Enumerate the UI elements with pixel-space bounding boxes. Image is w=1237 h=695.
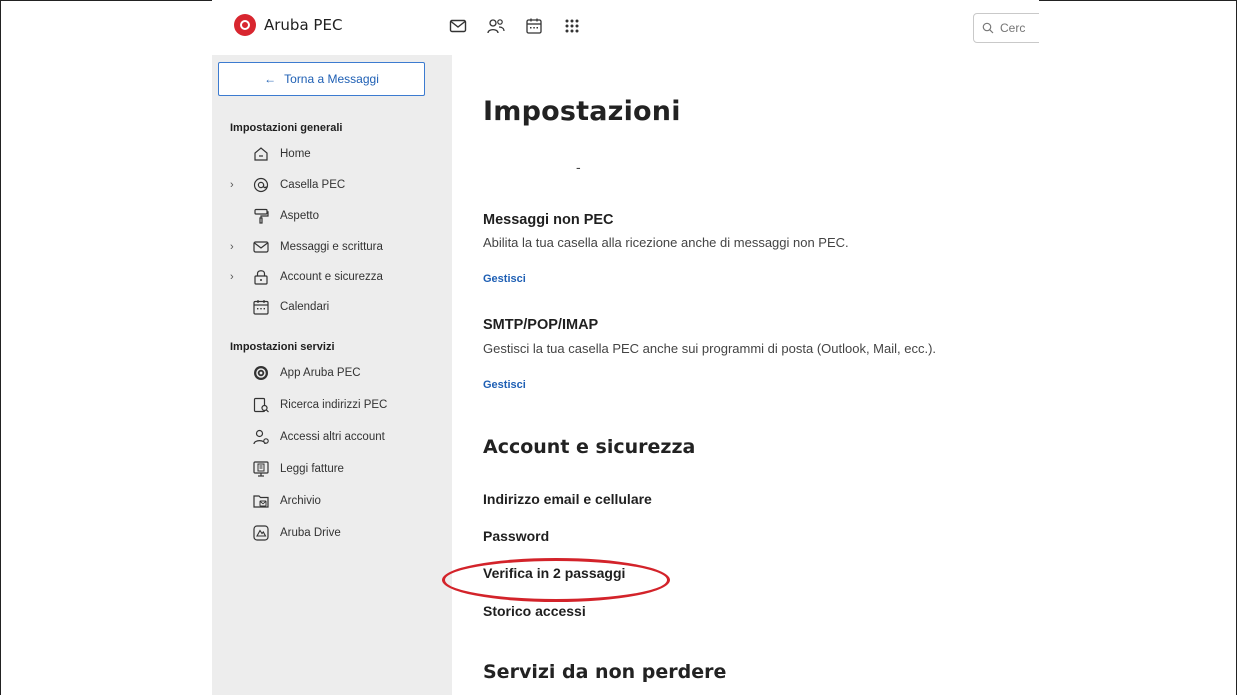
- sidebar-item-accessi-altri-account[interactable]: Accessi altri account: [230, 425, 385, 449]
- arrow-left-icon: ←: [264, 72, 277, 86]
- sidebar-item-messaggi-scrittura[interactable]: › Messaggi e scrittura: [230, 235, 383, 259]
- smtp-manage-link[interactable]: Gestisci: [483, 379, 526, 391]
- sidebar-item-leggi-fatture[interactable]: Leggi fatture: [230, 457, 344, 481]
- sidebar-item-home[interactable]: Home: [230, 142, 311, 166]
- sidebar-item-account-sicurezza[interactable]: › Account e sicurezza: [230, 265, 383, 289]
- sidebar-item-calendari[interactable]: Calendari: [230, 295, 329, 319]
- archive-icon: [252, 492, 270, 510]
- chevron-right-icon[interactable]: ›: [230, 241, 244, 253]
- sidebar-item-label: Home: [280, 148, 311, 160]
- sidebar-item-label: Ricerca indirizzi PEC: [280, 399, 388, 411]
- apps-grid-icon[interactable]: [562, 16, 582, 36]
- top-nav-icons: [448, 16, 582, 36]
- non-pec-manage-link[interactable]: Gestisci: [483, 273, 526, 285]
- lock-icon: [252, 268, 270, 286]
- at-icon: [252, 176, 270, 194]
- smtp-description: Gestisci la tua casella PEC anche sui pr…: [483, 341, 937, 356]
- back-button-label: Torna a Messaggi: [284, 72, 379, 86]
- services-not-to-miss-heading: Servizi da non perdere: [483, 661, 727, 683]
- chevron-right-icon[interactable]: ›: [230, 179, 244, 191]
- aruba-app-icon: [252, 364, 270, 382]
- sidebar-item-casella-pec[interactable]: › Casella PEC: [230, 173, 345, 197]
- app-name: Aruba PEC: [264, 16, 343, 34]
- drive-icon: [252, 524, 270, 542]
- page-title: Impostazioni: [483, 96, 681, 127]
- sidebar-item-label: Account e sicurezza: [280, 271, 383, 283]
- mail-icon: [252, 238, 270, 256]
- sidebar-item-label: Aruba Drive: [280, 527, 341, 539]
- mail-icon[interactable]: [448, 16, 468, 36]
- sidebar-item-archivio[interactable]: Archivio: [230, 489, 321, 513]
- paint-roller-icon: [252, 207, 270, 225]
- home-icon: [252, 145, 270, 163]
- sidebar-item-app-aruba-pec[interactable]: App Aruba PEC: [230, 361, 361, 385]
- chevron-right-icon[interactable]: ›: [230, 271, 244, 283]
- calendar-icon: [252, 298, 270, 316]
- access-history-link[interactable]: Storico accessi: [483, 603, 586, 619]
- highlight-ellipse: [442, 558, 670, 602]
- sidebar-item-aspetto[interactable]: Aspetto: [230, 204, 319, 228]
- sidebar-item-label: Archivio: [280, 495, 321, 507]
- settings-sidebar: ← Torna a Messaggi Impostazioni generali…: [212, 55, 452, 695]
- top-bar: Aruba PEC: [212, 0, 1039, 55]
- general-settings-heading: Impostazioni generali: [230, 122, 343, 134]
- sidebar-item-label: Aspetto: [280, 210, 319, 222]
- sidebar-item-label: Accessi altri account: [280, 431, 385, 443]
- contacts-icon[interactable]: [486, 16, 506, 36]
- placeholder-dash: -: [576, 159, 581, 175]
- account-security-heading: Account e sicurezza: [483, 436, 696, 458]
- aruba-logo-icon: [234, 14, 256, 36]
- search-input[interactable]: [1000, 21, 1039, 35]
- sidebar-item-label: Leggi fatture: [280, 463, 344, 475]
- email-phone-link[interactable]: Indirizzo email e cellulare: [483, 491, 652, 507]
- services-settings-heading: Impostazioni servizi: [230, 341, 335, 353]
- non-pec-description: Abilita la tua casella alla ricezione an…: [483, 235, 849, 250]
- sidebar-item-ricerca-indirizzi[interactable]: Ricerca indirizzi PEC: [230, 393, 387, 417]
- users-icon: [252, 428, 270, 446]
- app-logo[interactable]: Aruba PEC: [234, 14, 342, 36]
- search-icon: [982, 22, 994, 34]
- back-to-messages-button[interactable]: ← Torna a Messaggi: [218, 62, 425, 96]
- sidebar-item-label: Casella PEC: [280, 179, 346, 191]
- calendar-icon[interactable]: [524, 16, 544, 36]
- search-box[interactable]: [973, 13, 1039, 43]
- sidebar-item-label: App Aruba PEC: [280, 367, 361, 379]
- address-search-icon: [252, 396, 270, 414]
- sidebar-item-aruba-drive[interactable]: Aruba Drive: [230, 521, 341, 545]
- sidebar-item-label: Messaggi e scrittura: [280, 241, 383, 253]
- non-pec-title: Messaggi non PEC: [483, 212, 614, 228]
- invoice-icon: [252, 460, 270, 478]
- smtp-title: SMTP/POP/IMAP: [483, 317, 599, 333]
- password-link[interactable]: Password: [483, 528, 549, 544]
- sidebar-item-label: Calendari: [280, 301, 330, 313]
